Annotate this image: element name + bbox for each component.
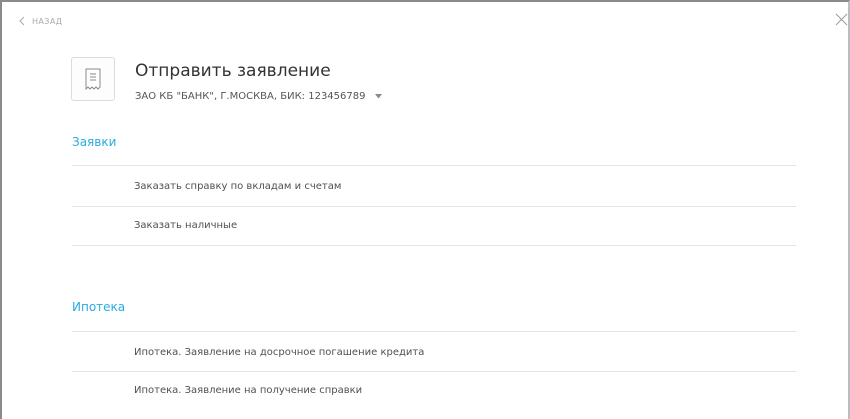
close-button[interactable] — [835, 13, 848, 26]
back-label: НАЗАД — [32, 16, 63, 26]
list-item-label: Ипотека. Заявление на получение справки — [134, 385, 363, 396]
chevron-left-icon — [19, 16, 25, 26]
list-item-label: Ипотека. Заявление на досрочное погашени… — [134, 347, 425, 358]
receipt-document-icon — [84, 68, 102, 90]
divider — [72, 165, 796, 166]
close-icon — [835, 13, 848, 26]
list-item-label: Заказать справку по вкладам и счетам — [134, 181, 342, 192]
divider — [72, 331, 796, 332]
list-item-mortgage-early-repayment[interactable]: Ипотека. Заявление на досрочное погашени… — [72, 334, 796, 372]
list-item-mortgage-certificate[interactable]: Ипотека. Заявление на получение справки — [72, 372, 796, 410]
modal-panel: НАЗАД Отправить заявление ЗАО КБ "БАНК",… — [0, 0, 850, 419]
list-item-order-cash[interactable]: Заказать наличные — [72, 207, 796, 245]
document-icon-box — [71, 57, 115, 101]
list-item-label: Заказать наличные — [134, 220, 238, 231]
section-title-ipoteka: Ипотека — [72, 300, 126, 314]
divider — [72, 245, 796, 246]
account-selected-value: ЗАО КБ "БАНК", Г.МОСКВА, БИК: 123456789 — [135, 90, 366, 102]
section-title-zayavki: Заявки — [72, 135, 117, 149]
account-select[interactable]: ЗАО КБ "БАНК", Г.МОСКВА, БИК: 123456789 — [135, 88, 383, 104]
page-title: Отправить заявление — [135, 61, 331, 81]
back-button[interactable]: НАЗАД — [19, 13, 62, 29]
list-item-order-statement[interactable]: Заказать справку по вкладам и счетам — [72, 168, 796, 206]
caret-down-icon — [375, 93, 383, 99]
